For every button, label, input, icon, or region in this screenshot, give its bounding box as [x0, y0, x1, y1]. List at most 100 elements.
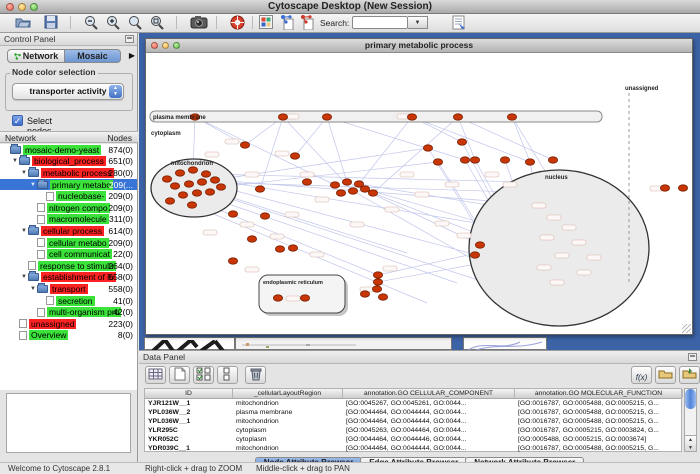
network-node[interactable]	[260, 213, 269, 219]
network-node[interactable]	[188, 167, 197, 173]
table-row[interactable]: YPL036W__1mitochondrion[GO:0044464, GO:0…	[145, 417, 681, 426]
network-node[interactable]	[460, 157, 469, 163]
table-column-header[interactable]: ID	[145, 389, 233, 398]
tree-item[interactable]: ▼cellular process614(0)	[0, 225, 137, 237]
search-options-button[interactable]	[450, 15, 468, 31]
tree-item[interactable]: secretion41(0)	[0, 295, 137, 307]
network-node[interactable]	[273, 295, 282, 301]
network-node[interactable]	[247, 236, 256, 242]
network-node[interactable]	[330, 182, 339, 188]
network-node[interactable]	[423, 145, 432, 151]
network-canvas[interactable]: plasma membrane cytoplasm mitochondrion …	[147, 53, 692, 334]
table-row[interactable]: YLR295Ccytoplasm[GO:0045263, GO:0044464,…	[145, 426, 681, 435]
network-node[interactable]	[187, 202, 196, 208]
scrollbar-arrows[interactable]: ▲▼	[685, 435, 696, 451]
network-node[interactable]	[457, 139, 466, 145]
float-panel-icon[interactable]	[688, 353, 697, 361]
network-node[interactable]	[175, 170, 184, 176]
tree-item[interactable]: cellular metabo209(0)	[0, 237, 137, 249]
network-node[interactable]	[525, 159, 534, 165]
attribute-table-header[interactable]: ID_cellularLayoutRegionannotation.GO CEL…	[145, 389, 681, 399]
tree-item[interactable]: Overview8(0)	[0, 330, 137, 342]
unselect-attributes-button[interactable]	[217, 366, 238, 384]
table-column-header[interactable]: _cellularLayoutRegion	[233, 389, 343, 398]
network-node[interactable]	[184, 181, 193, 187]
network-node[interactable]	[360, 186, 369, 192]
network-node[interactable]	[678, 185, 687, 191]
table-column-header[interactable]: annotation.GO CELLULAR_COMPONENT	[343, 389, 515, 398]
frame-resize-grip[interactable]	[682, 324, 691, 333]
import-network-button[interactable]	[279, 15, 295, 31]
network-node[interactable]	[205, 189, 214, 195]
tab-mosaic[interactable]: Mosaic	[65, 49, 121, 63]
network-node[interactable]	[201, 171, 210, 177]
network-view-frame[interactable]: primary metabolic process plasma membran…	[145, 38, 693, 335]
search-dropdown-button[interactable]: ▼	[408, 16, 428, 29]
tree-item[interactable]: ▼establishment of lo558(0)	[0, 272, 137, 284]
network-node[interactable]	[433, 159, 442, 165]
network-node[interactable]	[660, 185, 669, 191]
zoom-in-button[interactable]	[104, 15, 122, 31]
zoom-fit-button[interactable]	[126, 15, 144, 31]
network-node[interactable]	[453, 114, 462, 120]
tree-item[interactable]: ▼biological_process651(0)	[0, 156, 137, 168]
table-column-header[interactable]: annotation.GO MOLECULAR_FUNCTION	[515, 389, 683, 398]
network-view-titlebar[interactable]: primary metabolic process	[146, 39, 692, 53]
network-node[interactable]	[407, 114, 416, 120]
select-attributes-button[interactable]	[193, 366, 214, 384]
snapshot-button[interactable]	[190, 15, 208, 31]
network-node[interactable]	[368, 190, 377, 196]
nucleus-compartment[interactable]	[469, 170, 649, 326]
network-node[interactable]	[278, 114, 287, 120]
disclosure-icon[interactable]: ▼	[20, 170, 28, 176]
tree-item[interactable]: macromolecule311(0)	[0, 214, 137, 226]
float-panel-icon[interactable]	[125, 35, 134, 43]
new-attribute-button[interactable]	[169, 366, 190, 384]
open-attributes-button[interactable]	[655, 366, 676, 384]
scrollbar-thumb[interactable]	[685, 389, 696, 409]
open-session-button[interactable]	[14, 15, 32, 31]
network-node[interactable]	[475, 242, 484, 248]
network-node[interactable]	[197, 179, 206, 185]
disclosure-icon[interactable]: ▼	[29, 182, 37, 188]
network-node[interactable]	[255, 186, 264, 192]
import-attributes-file-button[interactable]	[679, 366, 700, 384]
network-node[interactable]	[548, 157, 557, 163]
select-nodes-checkbox[interactable]: ✓	[12, 115, 23, 126]
network-node[interactable]	[240, 142, 249, 148]
plugin-manager-button[interactable]	[258, 15, 274, 31]
tree-item[interactable]: nucleobase-209(0)	[0, 190, 137, 202]
attribute-grid-button[interactable]	[145, 366, 166, 384]
disclosure-icon[interactable]: ▼	[29, 286, 37, 292]
network-node[interactable]	[470, 252, 479, 258]
network-node[interactable]	[170, 183, 179, 189]
tree-item[interactable]: cell communicat22(0)	[0, 248, 137, 260]
table-scrollbar[interactable]: ▲▼	[684, 388, 697, 452]
tree-item[interactable]: nitrogen compo209(0)	[0, 202, 137, 214]
network-node[interactable]	[360, 291, 369, 297]
tree-item[interactable]: mosaic-demo-yeast874(0)	[0, 144, 137, 156]
zoom-out-button[interactable]	[82, 15, 100, 31]
node-color-dropdown[interactable]: transporter activity ▲▼	[12, 83, 124, 100]
network-node[interactable]	[500, 157, 509, 163]
network-node[interactable]	[373, 272, 382, 278]
network-node[interactable]	[322, 114, 331, 120]
save-session-button[interactable]	[42, 15, 60, 31]
background-window-fragment[interactable]	[235, 337, 452, 350]
plasma-membrane-compartment[interactable]	[150, 111, 602, 122]
help-button[interactable]	[228, 15, 246, 31]
network-node[interactable]	[302, 179, 311, 185]
tree-item[interactable]: ▼metabolic process280(0)	[0, 167, 137, 179]
disclosure-icon[interactable]: ▼	[20, 228, 28, 234]
network-node[interactable]	[275, 246, 284, 252]
network-node[interactable]	[162, 176, 171, 182]
network-node[interactable]	[342, 179, 351, 185]
network-node[interactable]	[165, 198, 174, 204]
more-tabs-icon[interactable]: ▶	[129, 51, 135, 60]
tree-item[interactable]: ▼primary metabo209(...	[0, 179, 137, 191]
network-node[interactable]	[216, 184, 225, 190]
network-node[interactable]	[348, 188, 357, 194]
tree-item[interactable]: unassigned223(0)	[0, 318, 137, 330]
network-node[interactable]	[288, 245, 297, 251]
attribute-table[interactable]: ID_cellularLayoutRegionannotation.GO CEL…	[144, 388, 682, 452]
